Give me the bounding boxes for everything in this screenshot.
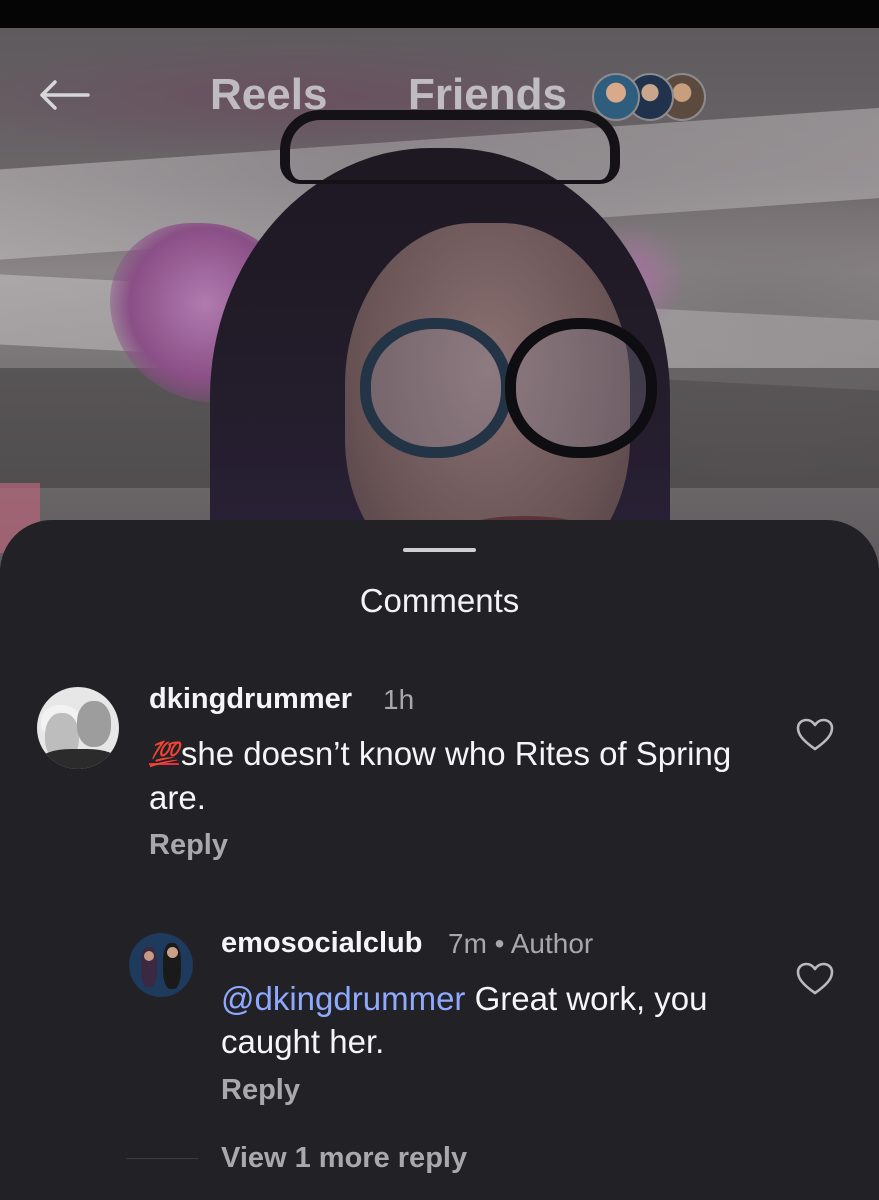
heart-outline-icon[interactable] <box>796 718 834 752</box>
avatar-photo-shape <box>167 947 178 958</box>
comment-time: 1h <box>383 684 415 715</box>
comment-username[interactable]: dkingdrummer <box>149 683 352 716</box>
divider <box>126 1158 198 1159</box>
friend-avatars[interactable] <box>592 73 706 121</box>
hundred-points-emoji: 💯 <box>149 741 179 768</box>
comment-body: she doesn’t know who Rites of Spring are… <box>149 735 732 816</box>
top-navigation: Reels Friends <box>0 28 879 121</box>
comment-username[interactable]: emosocialclub <box>221 927 422 960</box>
avatar-photo-shape <box>144 951 154 961</box>
comments-title: Comments <box>359 582 520 619</box>
back-arrow-icon[interactable] <box>38 80 90 110</box>
reply-button[interactable]: Reply <box>149 829 228 862</box>
tab-reels[interactable]: Reels <box>210 70 327 120</box>
glasses-lens <box>360 318 512 458</box>
tab-friends[interactable]: Friends <box>408 70 567 120</box>
avatar <box>592 73 640 121</box>
comments-sheet: Comments dkingdrummer 1h 💯she doesn’t kn… <box>0 520 879 1200</box>
drag-handle[interactable] <box>403 548 476 552</box>
reply-button[interactable]: Reply <box>221 1074 300 1107</box>
comment-text: 💯she doesn’t know who Rites of Spring ar… <box>149 732 749 819</box>
view-more-replies-button[interactable]: View 1 more reply <box>221 1142 467 1175</box>
sunglasses <box>280 110 620 184</box>
glasses-lens <box>505 318 657 458</box>
heart-outline-icon[interactable] <box>796 962 834 996</box>
mention-link[interactable]: @dkingdrummer <box>221 980 465 1017</box>
avatar-photo-shape <box>77 701 111 747</box>
comment-text: @dkingdrummer Great work, you caught her… <box>221 977 781 1063</box>
status-bar <box>0 0 879 28</box>
avatar[interactable] <box>129 933 193 997</box>
avatar-photo-shape <box>39 749 119 769</box>
avatar[interactable] <box>37 687 119 769</box>
comment-meta: 7m • Author <box>448 928 594 959</box>
